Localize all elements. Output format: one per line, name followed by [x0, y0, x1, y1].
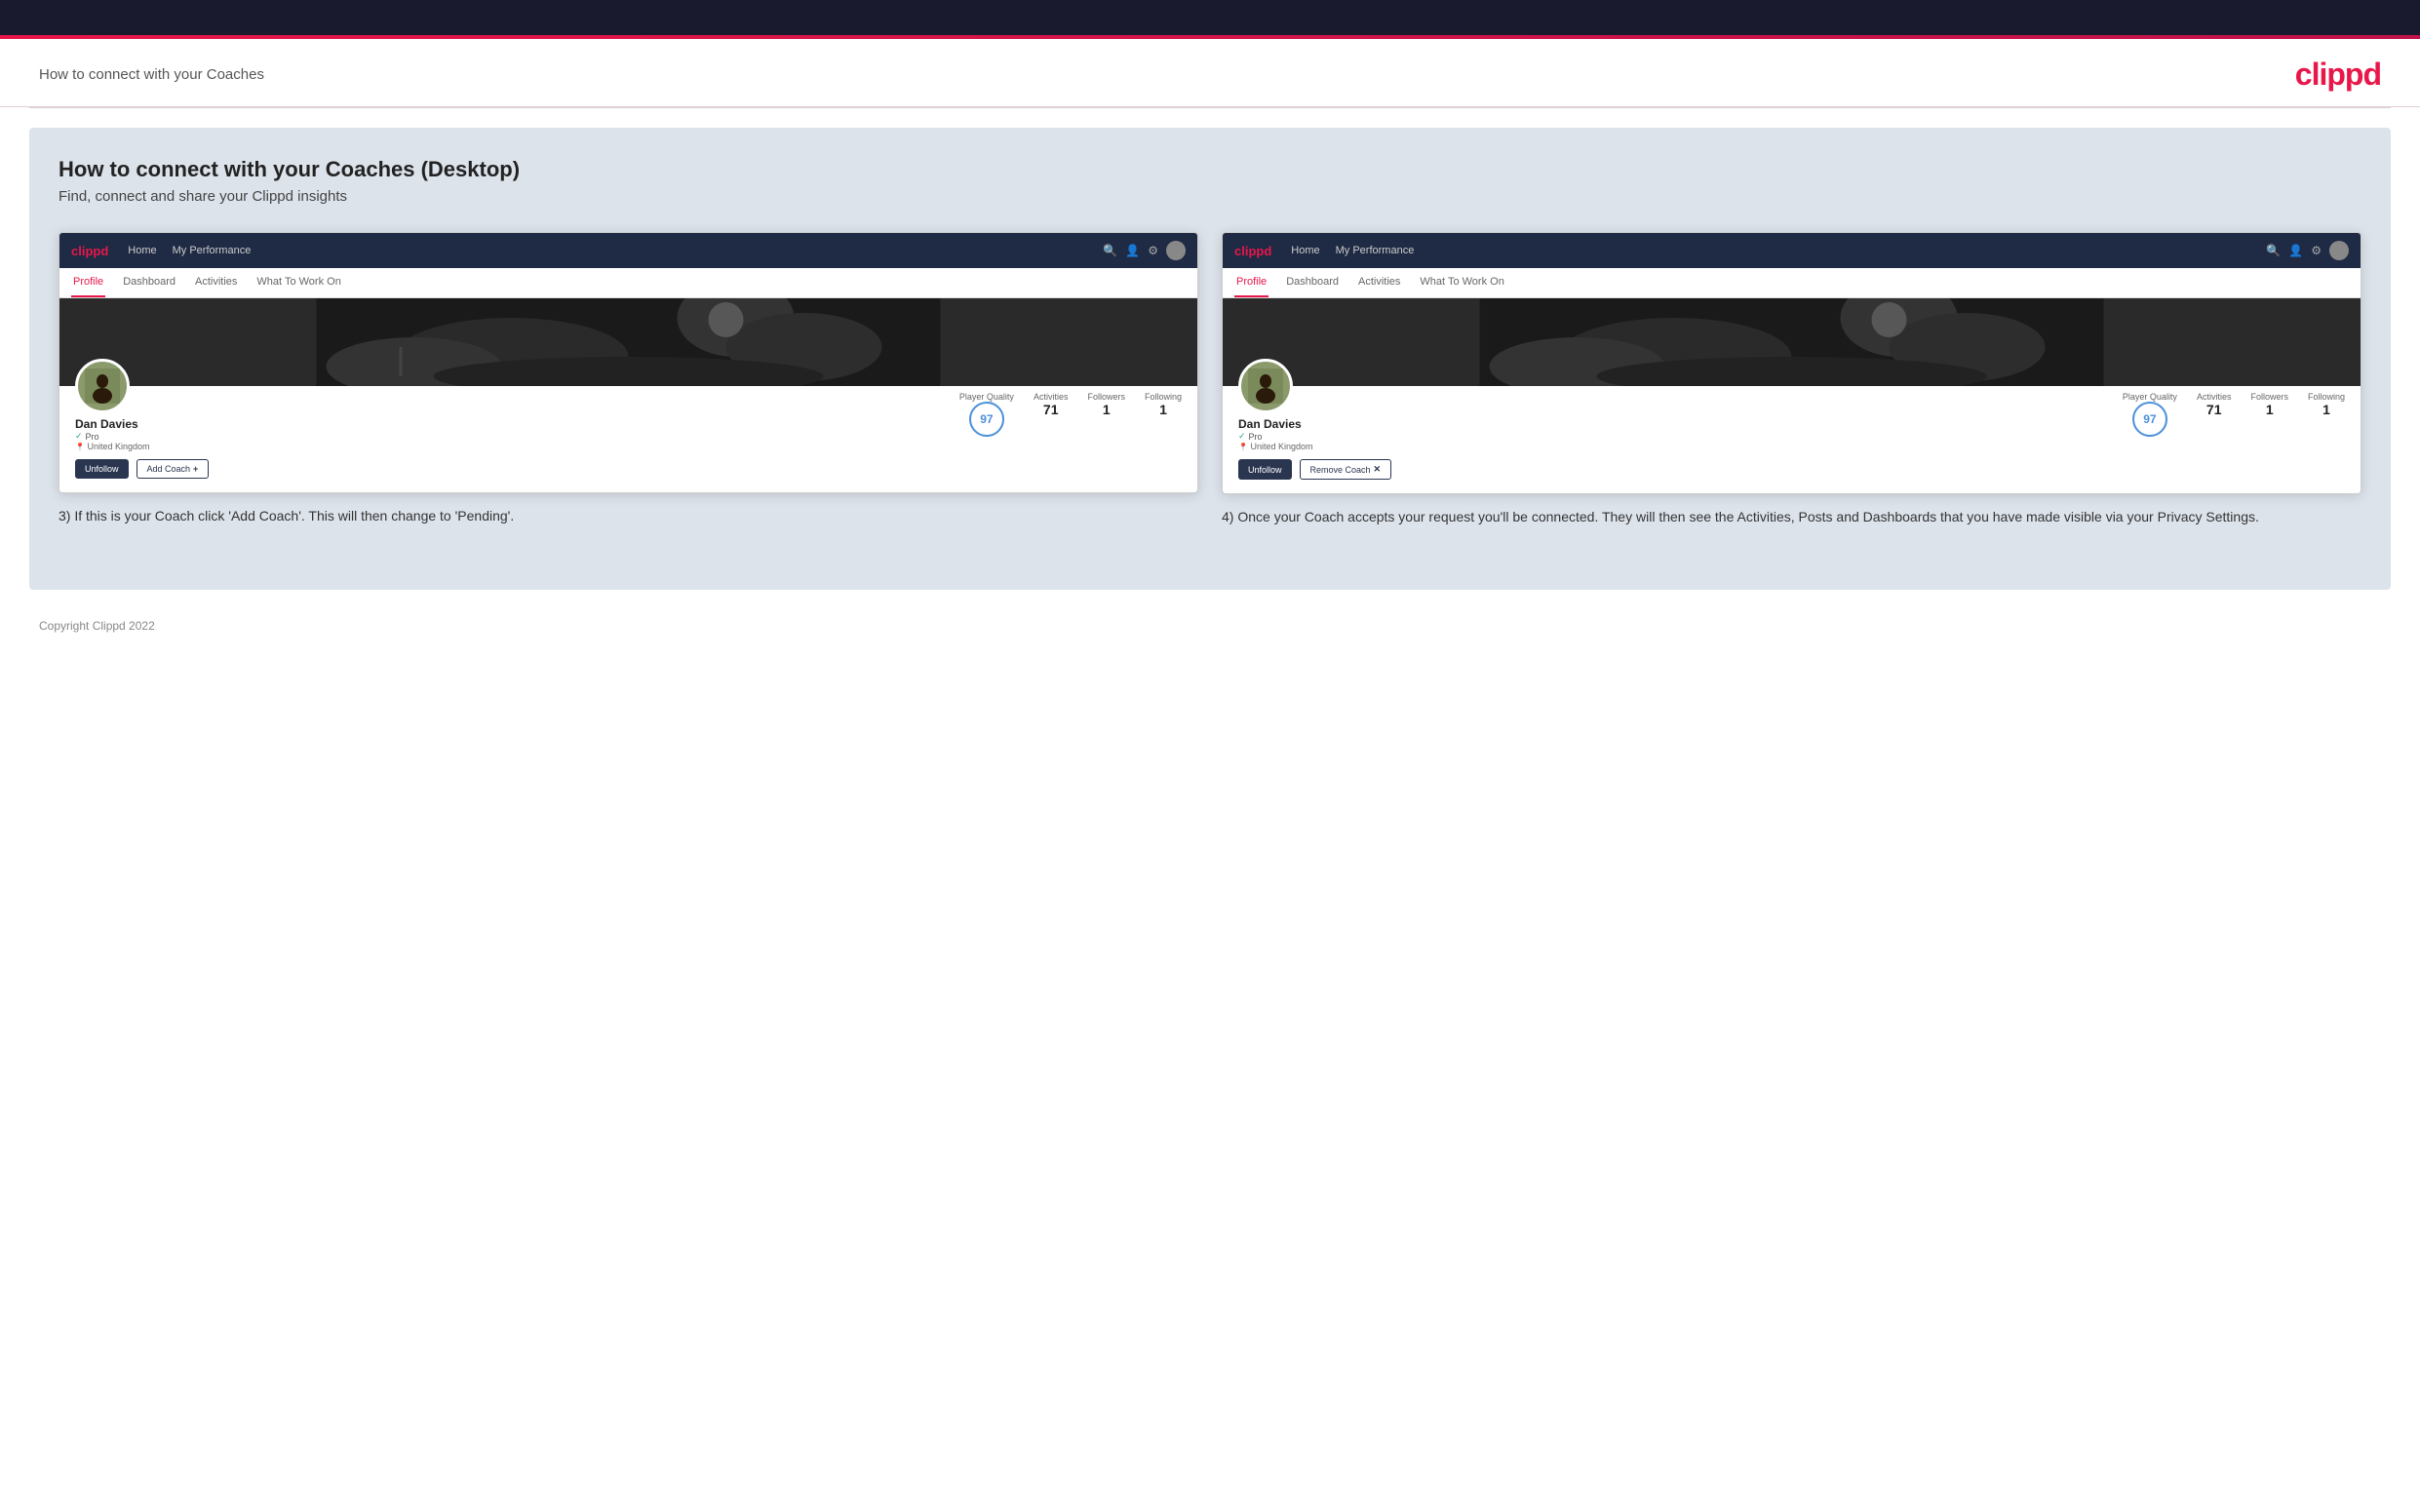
divider [29, 107, 2391, 108]
right-tab-profile[interactable]: Profile [1234, 268, 1269, 297]
left-avatar-wrap [75, 359, 209, 413]
left-avatar-icon[interactable] [1166, 241, 1186, 260]
main-content: How to connect with your Coaches (Deskto… [29, 128, 2391, 590]
left-stat-quality: Player Quality 97 [959, 392, 1014, 437]
left-tab-bar: Profile Dashboard Activities What To Wor… [59, 268, 1197, 298]
plus-icon: + [193, 464, 198, 474]
right-banner-svg [1223, 298, 2361, 386]
left-stat-following: Following 1 [1145, 392, 1182, 437]
left-tab-profile[interactable]: Profile [71, 268, 105, 297]
right-userbadge: ✓ Pro [1238, 431, 1391, 442]
left-stat-followers: Followers 1 [1087, 392, 1125, 437]
left-buttons: Unfollow Add Coach + [75, 459, 209, 479]
left-settings-icon[interactable]: ⚙ [1148, 244, 1158, 257]
right-username: Dan Davies [1238, 417, 1391, 431]
header-title: How to connect with your Coaches [39, 66, 264, 83]
right-mock-browser: clippd Home My Performance 🔍 👤 ⚙ Profile [1222, 232, 2361, 494]
right-stat-following: Following 1 [2308, 392, 2345, 437]
right-stat-activities: Activities 71 [2197, 392, 2232, 437]
left-unfollow-button[interactable]: Unfollow [75, 459, 129, 479]
left-nav-logo: clippd [71, 244, 108, 258]
right-screenshot-col: clippd Home My Performance 🔍 👤 ⚙ Profile [1222, 232, 2361, 527]
right-profile-section: Dan Davies ✓ Pro 📍 United Kingdom Unfoll… [1223, 386, 2361, 493]
right-avatar-img [1248, 368, 1283, 404]
left-info-col: Dan Davies ✓ Pro 📍 United Kingdom Unfoll… [75, 386, 209, 479]
left-stats: Player Quality 97 Activities 71 Follower… [209, 386, 1182, 437]
right-settings-icon[interactable]: ⚙ [2311, 244, 2322, 257]
left-tab-whattworkon[interactable]: What To Work On [254, 268, 342, 297]
right-avatar [1238, 359, 1293, 413]
right-info-col: Dan Davies ✓ Pro 📍 United Kingdom Unfoll… [1238, 386, 1391, 480]
clippd-logo: clippd [2295, 57, 2381, 93]
copyright-text: Copyright Clippd 2022 [39, 619, 155, 633]
left-caption: 3) If this is your Coach click 'Add Coac… [59, 505, 1198, 526]
right-stat-quality: Player Quality 97 [2123, 392, 2177, 437]
right-unfollow-button[interactable]: Unfollow [1238, 459, 1292, 480]
left-userloc: 📍 United Kingdom [75, 442, 209, 451]
right-tab-activities[interactable]: Activities [1356, 268, 1402, 297]
right-quality-circle: 97 [2132, 402, 2167, 437]
left-quality-circle: 97 [969, 402, 1004, 437]
location-icon: 📍 [75, 443, 85, 451]
x-icon: ✕ [1374, 464, 1382, 475]
right-caption: 4) Once your Coach accepts your request … [1222, 506, 2361, 527]
left-userbadge: ✓ Pro [75, 431, 209, 442]
left-tab-dashboard[interactable]: Dashboard [121, 268, 177, 297]
header: How to connect with your Coaches clippd [0, 39, 2420, 107]
left-profile-section: Dan Davies ✓ Pro 📍 United Kingdom Unfoll… [59, 386, 1197, 492]
left-profile-row: Dan Davies ✓ Pro 📍 United Kingdom Unfoll… [75, 386, 1182, 479]
screenshots-row: clippd Home My Performance 🔍 👤 ⚙ Profile [59, 232, 2361, 527]
right-profile-row: Dan Davies ✓ Pro 📍 United Kingdom Unfoll… [1238, 386, 2345, 480]
left-nav-performance[interactable]: My Performance [173, 245, 252, 256]
left-avatar-img [85, 368, 120, 404]
right-tab-dashboard[interactable]: Dashboard [1284, 268, 1341, 297]
right-mock-nav: clippd Home My Performance 🔍 👤 ⚙ [1223, 233, 2361, 268]
left-tab-activities[interactable]: Activities [193, 268, 239, 297]
right-tab-bar: Profile Dashboard Activities What To Wor… [1223, 268, 2361, 298]
right-nav-icons: 🔍 👤 ⚙ [2266, 241, 2349, 260]
left-addcoach-button[interactable]: Add Coach + [137, 459, 210, 479]
main-heading: How to connect with your Coaches (Deskto… [59, 157, 2361, 182]
left-username: Dan Davies [75, 417, 209, 431]
right-tab-whattworkon[interactable]: What To Work On [1418, 268, 1505, 297]
left-user-icon[interactable]: 👤 [1125, 244, 1140, 257]
top-bar [0, 0, 2420, 35]
right-nav-items: Home My Performance [1291, 245, 2246, 256]
right-check-icon: ✓ [1238, 431, 1246, 442]
left-nav-items: Home My Performance [128, 245, 1083, 256]
right-nav-performance[interactable]: My Performance [1336, 245, 1415, 256]
left-screenshot-col: clippd Home My Performance 🔍 👤 ⚙ Profile [59, 232, 1198, 527]
right-buttons: Unfollow Remove Coach ✕ [1238, 459, 1391, 480]
right-userloc: 📍 United Kingdom [1238, 442, 1391, 451]
right-stat-followers: Followers 1 [2250, 392, 2288, 437]
left-avatar [75, 359, 130, 413]
left-search-icon[interactable]: 🔍 [1103, 244, 1117, 257]
right-search-icon[interactable]: 🔍 [2266, 244, 2281, 257]
right-avatar-icon[interactable] [2329, 241, 2349, 260]
right-removecoach-button[interactable]: Remove Coach ✕ [1300, 459, 1392, 480]
left-stat-activities: Activities 71 [1034, 392, 1069, 437]
right-avatar-wrap [1238, 359, 1391, 413]
left-banner-svg [59, 298, 1197, 386]
right-user-icon[interactable]: 👤 [2288, 244, 2303, 257]
left-mock-banner [59, 298, 1197, 386]
left-mock-nav: clippd Home My Performance 🔍 👤 ⚙ [59, 233, 1197, 268]
left-nav-icons: 🔍 👤 ⚙ [1103, 241, 1186, 260]
right-nav-home[interactable]: Home [1291, 245, 1319, 256]
footer: Copyright Clippd 2022 [0, 609, 2420, 642]
right-location-icon: 📍 [1238, 443, 1248, 451]
right-stats: Player Quality 97 Activities 71 Follower… [1391, 386, 2345, 437]
main-subheading: Find, connect and share your Clippd insi… [59, 188, 2361, 205]
right-mock-banner [1223, 298, 2361, 386]
left-nav-home[interactable]: Home [128, 245, 156, 256]
right-nav-logo: clippd [1234, 244, 1271, 258]
left-check-icon: ✓ [75, 431, 83, 442]
left-mock-browser: clippd Home My Performance 🔍 👤 ⚙ Profile [59, 232, 1198, 493]
